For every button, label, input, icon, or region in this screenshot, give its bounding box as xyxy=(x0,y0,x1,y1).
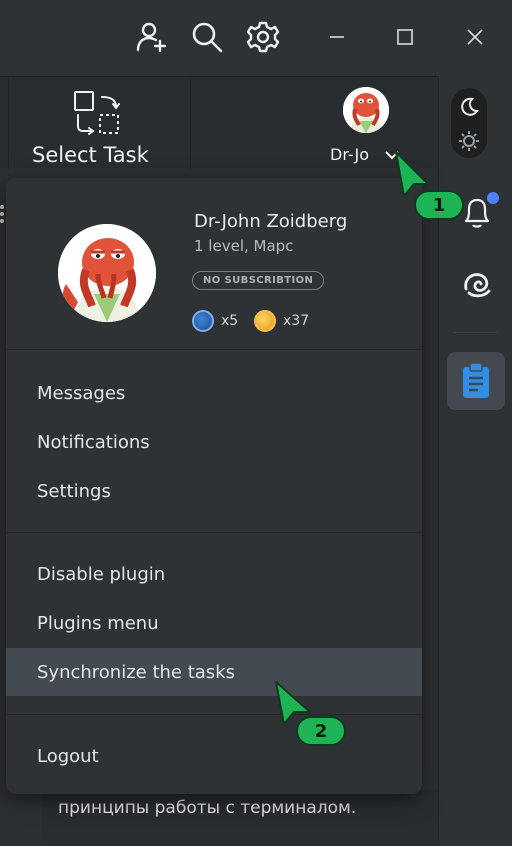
menu-group-account: Messages Notifications Settings xyxy=(6,350,422,532)
avatar xyxy=(58,224,156,322)
background-task-text: принципы работы с терминалом. xyxy=(42,790,438,846)
toolbar-divider xyxy=(190,77,191,169)
sidebar-divider xyxy=(453,332,497,333)
menu-item-label: Plugins menu xyxy=(37,612,159,634)
select-task-icon xyxy=(72,89,122,141)
spiral-icon[interactable] xyxy=(457,264,497,304)
profile-short-name: Dr-Jo xyxy=(330,145,370,164)
menu-item-disable-plugin[interactable]: Disable plugin xyxy=(6,550,422,598)
toolbar-divider xyxy=(8,77,9,169)
close-icon[interactable] xyxy=(456,18,494,56)
left-edge-dots xyxy=(0,204,5,224)
callout-number: 1 xyxy=(414,190,464,220)
profile-dropdown-menu: Dr-John Zoidberg 1 level, Марс NO SUBSCR… xyxy=(6,178,422,794)
menu-item-label: Logout xyxy=(37,745,99,767)
title-bar xyxy=(0,0,512,76)
callout-number: 2 xyxy=(296,716,346,746)
menu-item-label: Settings xyxy=(37,480,111,502)
coins-counter: x37 xyxy=(254,310,309,332)
select-task-button[interactable]: Select Task xyxy=(10,77,188,169)
coin-icon xyxy=(254,310,276,332)
background-text: принципы работы с терминалом. xyxy=(58,798,357,818)
subscription-badge: NO SUBSCRIBTION xyxy=(192,271,325,290)
menu-item-logout[interactable]: Logout xyxy=(6,732,422,780)
menu-item-label: Messages xyxy=(37,382,126,404)
callout-marker-1: 1 xyxy=(392,150,468,226)
clipboard-icon xyxy=(463,362,489,398)
gems-counter: x5 xyxy=(192,310,238,332)
callout-marker-2: 2 xyxy=(272,680,352,752)
profile-header: Dr-John Zoidberg 1 level, Марс NO SUBSCR… xyxy=(6,178,422,350)
theme-toggle[interactable] xyxy=(451,88,487,158)
menu-item-synchronize-tasks[interactable]: Synchronize the tasks xyxy=(6,648,422,696)
menu-item-label: Synchronize the tasks xyxy=(37,661,235,683)
gems-count: x5 xyxy=(221,313,239,329)
add-user-icon[interactable] xyxy=(132,18,170,56)
toolbar: Select Task Dr-Jo xyxy=(0,76,438,169)
user-full-name: Dr-John Zoidberg xyxy=(194,211,348,232)
avatar xyxy=(343,87,389,133)
moon-icon xyxy=(458,96,480,122)
menu-item-label: Notifications xyxy=(37,431,150,453)
gear-icon[interactable] xyxy=(244,18,282,56)
search-icon[interactable] xyxy=(188,18,226,56)
menu-divider xyxy=(6,714,422,715)
menu-item-notifications[interactable]: Notifications xyxy=(6,418,422,466)
menu-item-messages[interactable]: Messages xyxy=(6,369,422,417)
coins-count: x37 xyxy=(283,313,310,329)
user-level: 1 level, Марс xyxy=(194,237,294,255)
notification-dot xyxy=(487,192,499,204)
tasks-clipboard-button[interactable] xyxy=(447,352,505,410)
menu-group-plugins: Disable plugin Plugins menu Synchronize … xyxy=(6,533,422,713)
gem-icon xyxy=(192,310,214,332)
menu-item-settings[interactable]: Settings xyxy=(6,467,422,515)
select-task-label: Select Task xyxy=(32,143,149,167)
menu-item-label: Disable plugin xyxy=(37,563,166,585)
maximize-icon[interactable] xyxy=(386,18,424,56)
menu-item-plugins-menu[interactable]: Plugins menu xyxy=(6,599,422,647)
minimize-icon[interactable] xyxy=(318,18,356,56)
